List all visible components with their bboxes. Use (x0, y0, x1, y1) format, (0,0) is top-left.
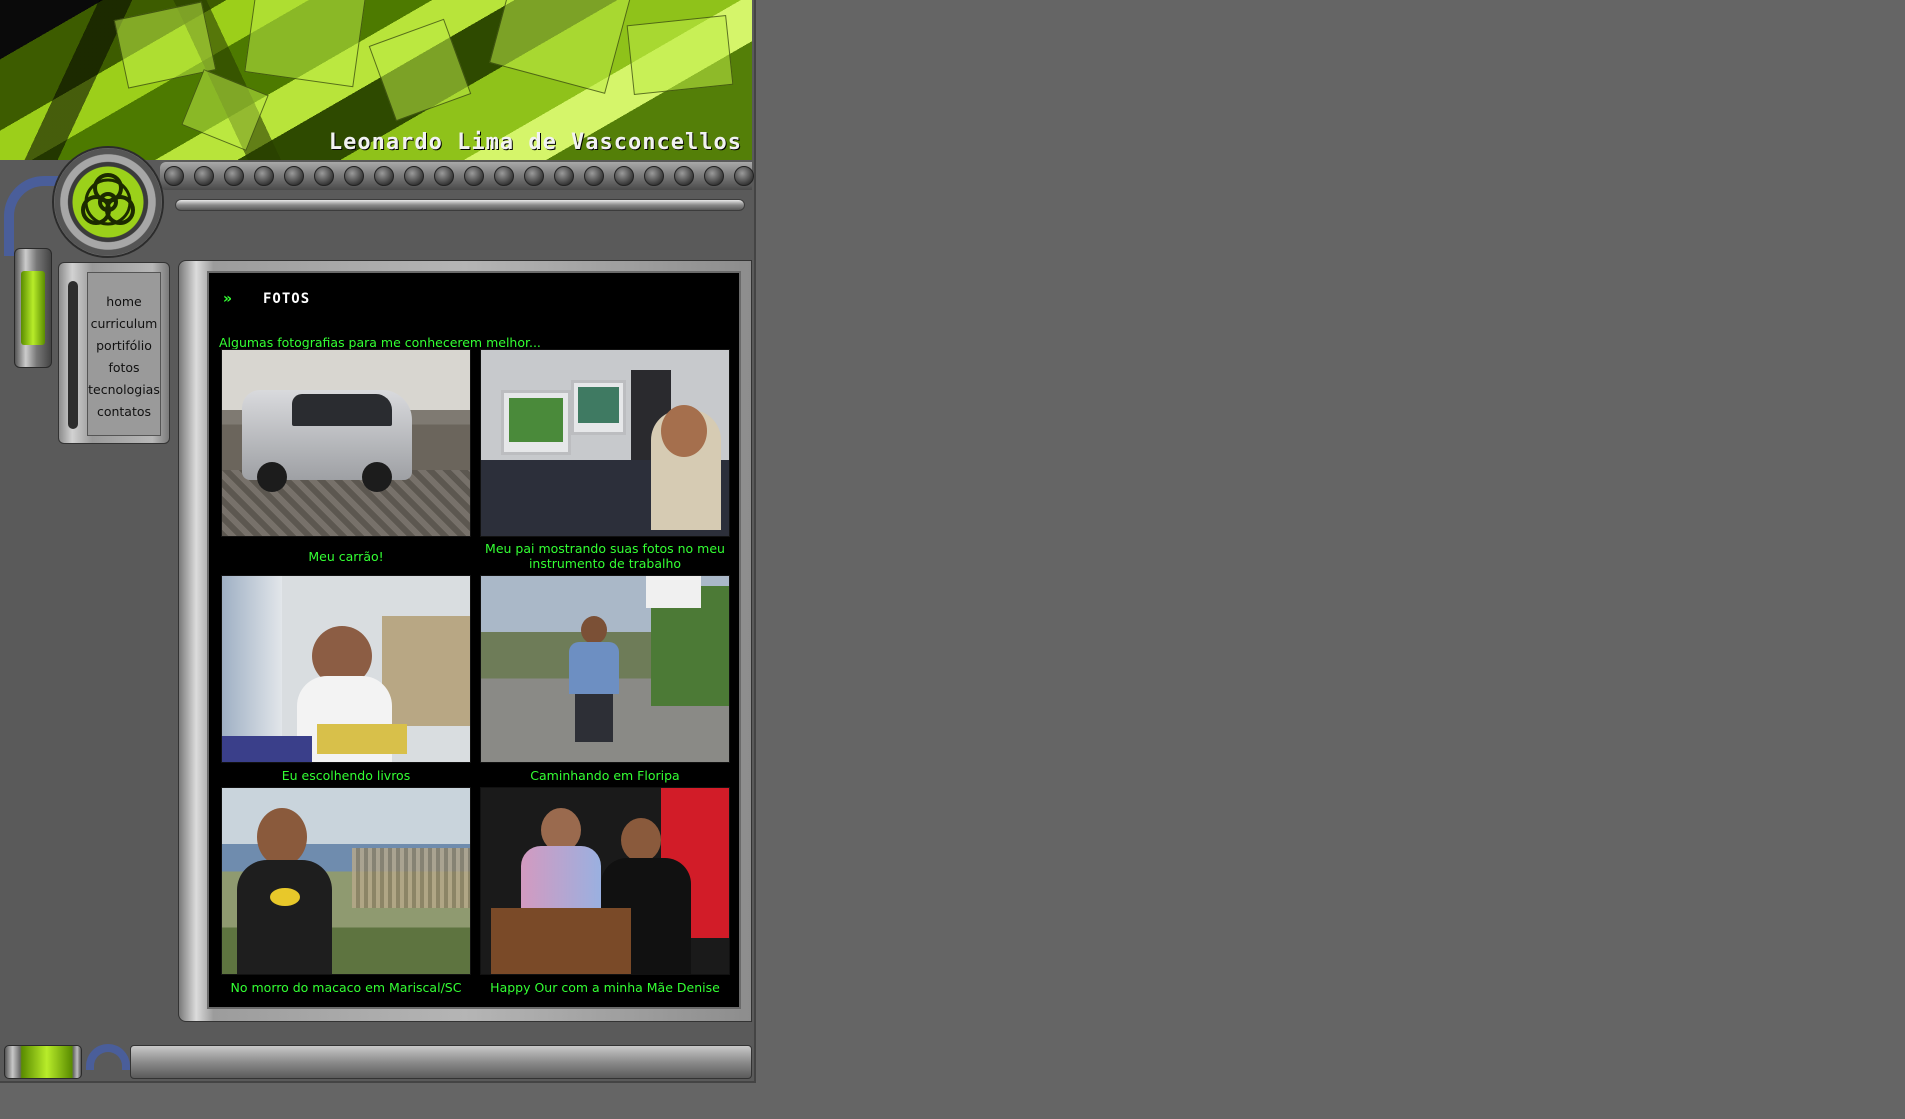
photo-walking[interactable] (480, 575, 730, 763)
decorative-rail (175, 199, 745, 211)
pipe-rivet (314, 166, 334, 186)
photo-caption: No morro do macaco em Mariscal/SC (230, 979, 462, 995)
site-title: Leonardo Lima de Vasconcellos (328, 130, 742, 155)
photo-item: Caminhando em Floripa (480, 575, 730, 787)
pipe-rivet (584, 166, 604, 186)
photo-caption: Meu carrão! (308, 548, 384, 564)
photo-car[interactable] (221, 349, 471, 537)
decorative-pipe-bar (160, 162, 754, 190)
photo-item: Meu carrão! (221, 349, 471, 575)
pipe-rivet (494, 166, 514, 186)
pipe-rivet (284, 166, 304, 186)
pipe-rivet (554, 166, 574, 186)
section-header: » FOTOS (223, 291, 310, 307)
pipe-rivet (434, 166, 454, 186)
photo-hill[interactable] (221, 787, 471, 975)
pipe-rivet (164, 166, 184, 186)
content-panel: » FOTOS Algumas fotografias para me conh… (207, 271, 741, 1009)
nav-panel: home curriculum portifólio fotos tecnolo… (58, 262, 170, 444)
pipe-rivet (614, 166, 634, 186)
pipe-rivet (224, 166, 244, 186)
nav-item-portfolio[interactable]: portifólio (96, 335, 152, 357)
photo-happy-hour[interactable] (480, 787, 730, 975)
photo-computers[interactable] (480, 349, 730, 537)
decorative-bottom-curve (86, 1044, 130, 1070)
pipe-rivet (374, 166, 394, 186)
photo-item: Meu pai mostrando suas fotos no meu inst… (480, 349, 730, 575)
pipe-rivet (674, 166, 694, 186)
nav-item-fotos[interactable]: fotos (108, 357, 139, 379)
nav-item-curriculum[interactable]: curriculum (91, 313, 158, 335)
nav-item-home[interactable]: home (106, 291, 141, 313)
nav-panel-slot (68, 281, 78, 429)
pipe-rivet (734, 166, 754, 186)
decorative-bottom-pipe (130, 1045, 752, 1079)
pipe-rivet (464, 166, 484, 186)
pipe-rivet (254, 166, 274, 186)
decorative-bottom-tube (4, 1045, 82, 1079)
biohazard-icon (52, 146, 164, 258)
pipe-rivet (704, 166, 724, 186)
double-arrow-icon: » (223, 291, 233, 307)
decorative-tube (14, 248, 52, 368)
photo-item: No morro do macaco em Mariscal/SC (221, 787, 471, 999)
section-title: FOTOS (263, 291, 311, 307)
photo-gallery: Meu carrão! Meu pai mostrando suas fotos… (221, 349, 733, 999)
pipe-rivet (194, 166, 214, 186)
photo-books[interactable] (221, 575, 471, 763)
nav-item-contatos[interactable]: contatos (97, 401, 151, 423)
photo-caption: Meu pai mostrando suas fotos no meu inst… (485, 541, 725, 571)
photo-caption: Caminhando em Floripa (530, 767, 680, 783)
content-frame: » FOTOS Algumas fotografias para me conh… (178, 260, 752, 1022)
site-container: Leonardo Lima de Vasconcellos home curri… (0, 0, 756, 1083)
photo-item: Happy Our com a minha Mãe Denise (480, 787, 730, 999)
photo-item: Eu escolhendo livros (221, 575, 471, 787)
pipe-rivet (644, 166, 664, 186)
photo-caption: Happy Our com a minha Mãe Denise (490, 979, 720, 995)
pipe-rivet (404, 166, 424, 186)
intro-text: Algumas fotografias para me conhecerem m… (219, 335, 541, 350)
main-nav: home curriculum portifólio fotos tecnolo… (87, 272, 161, 436)
header-banner: Leonardo Lima de Vasconcellos (0, 0, 752, 160)
pipe-rivet (524, 166, 544, 186)
photo-caption: Eu escolhendo livros (281, 767, 411, 783)
pipe-rivet (344, 166, 364, 186)
nav-item-tecnologias[interactable]: tecnologias (88, 379, 160, 401)
